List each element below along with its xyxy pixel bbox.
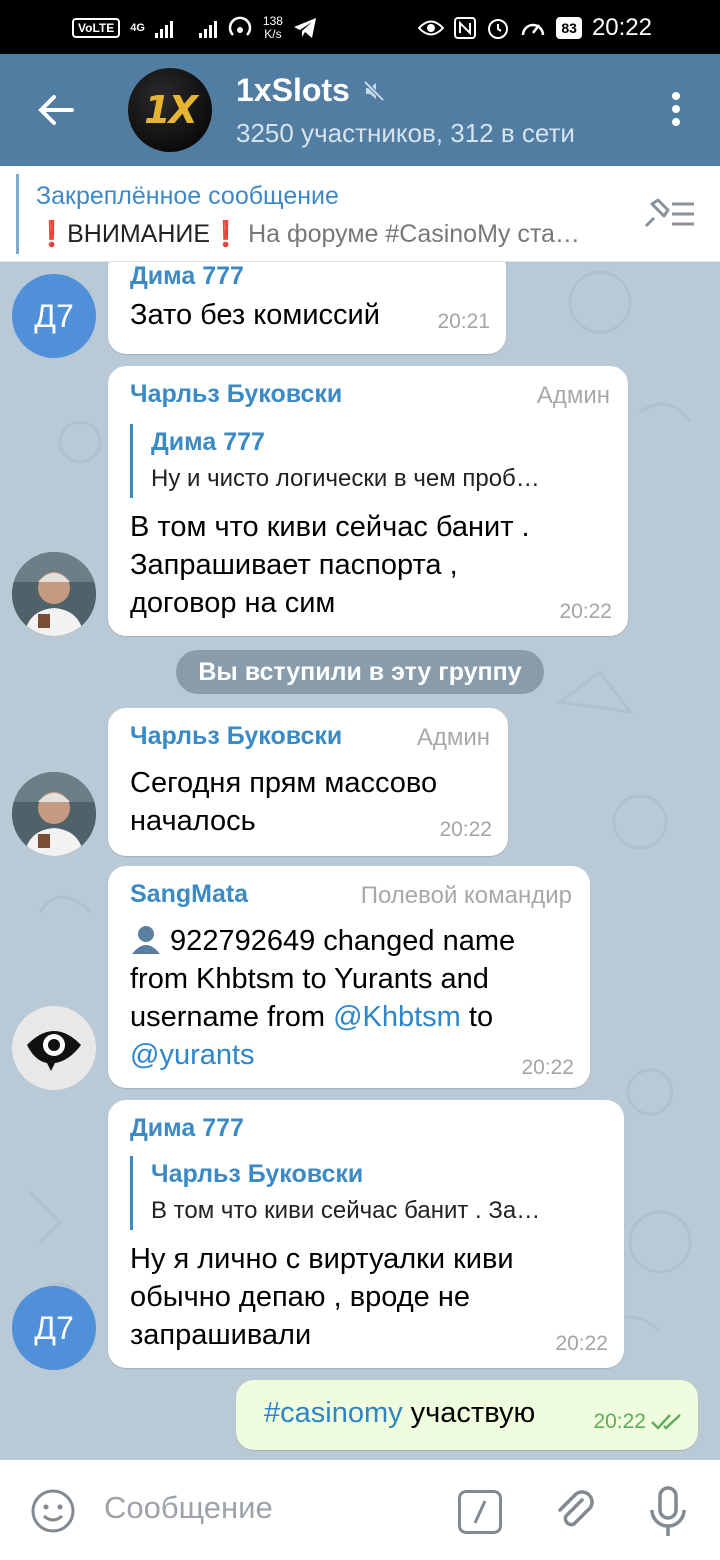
- status-time: 20:22: [591, 14, 652, 41]
- emoji-icon[interactable]: [30, 1488, 76, 1534]
- message-input[interactable]: Сообщение: [104, 1490, 273, 1526]
- avatar-dima[interactable]: Д7: [12, 274, 96, 358]
- message-bubble[interactable]: Чарльз Буковски Админ Дима 777 Ну и чист…: [108, 366, 628, 636]
- message-bubble[interactable]: SangMata Полевой командир 922792649 chan…: [108, 866, 590, 1088]
- chat-title: 1xSlots: [236, 72, 350, 108]
- message-sender[interactable]: Дима 777: [130, 1114, 244, 1143]
- muted-icon: [363, 80, 385, 101]
- bot-command-icon[interactable]: [458, 1490, 502, 1534]
- message-bubble[interactable]: Чарльз Буковски Админ Сегодня прям массо…: [108, 708, 508, 856]
- reply-text: В том что киви сейчас банит . За…: [151, 1197, 541, 1224]
- message-sender[interactable]: SangMata: [130, 880, 248, 909]
- admin-badge: Админ: [416, 724, 490, 751]
- message-time: 20:22: [439, 818, 492, 841]
- pinned-title: Закреплённое сообщение: [36, 182, 339, 210]
- microphone-icon[interactable]: [648, 1486, 688, 1538]
- reply-quote[interactable]: Дима 777 Ну и чисто логически в чем проб…: [130, 424, 590, 498]
- hotspot-icon: [228, 16, 252, 36]
- alarm-icon: [488, 19, 509, 39]
- pinned-text: ❗ВНИМАНИЕ❗ На форуме #CasinoMy ста…: [36, 220, 580, 248]
- outgoing-message[interactable]: #casinomy участвую 20:22: [236, 1380, 698, 1450]
- message-time: 20:21: [437, 310, 490, 333]
- speedometer-icon: [522, 23, 545, 36]
- chat-avatar[interactable]: 1X: [128, 68, 212, 152]
- service-message: Вы вступили в эту группу: [176, 650, 544, 694]
- network-speed: 138 K/s: [262, 14, 283, 41]
- pinned-message[interactable]: Закреплённое сообщение ❗ВНИМАНИЕ❗ На фор…: [0, 166, 720, 262]
- message-time: 20:22: [593, 1410, 646, 1433]
- back-arrow-icon[interactable]: [36, 90, 76, 130]
- reply-text: Ну и чисто логически в чем проб…: [151, 465, 540, 492]
- message-text: 922792649 changed name from Khbtsm to Yu…: [130, 925, 516, 1071]
- message-text: В том что киви сейчас банит . Запрашивае…: [130, 511, 530, 619]
- reply-sender: Чарльз Буковски: [151, 1160, 364, 1188]
- hashtag-link[interactable]: #casinomy: [264, 1397, 403, 1429]
- message-bubble[interactable]: Дима 777 Чарльз Буковски В том что киви …: [108, 1100, 624, 1368]
- message-sender[interactable]: Чарльз Буковски: [130, 722, 342, 751]
- username-link[interactable]: @yurants: [130, 1039, 255, 1071]
- message-sender[interactable]: Чарльз Буковски: [130, 380, 342, 409]
- signal-icon-2: [198, 18, 217, 38]
- message-time: 20:22: [555, 1332, 608, 1355]
- message-text: Зато без комиссий: [130, 299, 380, 331]
- admin-badge: Админ: [536, 382, 610, 409]
- chat-title-row[interactable]: 1xSlots: [236, 72, 386, 109]
- message-sender[interactable]: Дима 777: [130, 262, 244, 291]
- message-text: #casinomy участвую: [264, 1397, 536, 1429]
- message-bubble[interactable]: Дима 777 Зато без комиссий 20:21: [108, 262, 506, 354]
- network-type: 4G: [130, 22, 145, 34]
- avatar-charles[interactable]: [12, 772, 96, 856]
- telegram-icon: [293, 18, 316, 38]
- chat-subtitle: 3250 участников, 312 в сети: [236, 118, 575, 148]
- signal-icon: [154, 18, 173, 38]
- rank-badge: Полевой командир: [360, 882, 572, 909]
- pinned-bar: [16, 174, 19, 254]
- username-link[interactable]: @Khbtsm: [333, 1001, 461, 1033]
- user-icon: [132, 926, 160, 954]
- chat-header: 1X 1xSlots 3250 участников, 312 в сети: [0, 54, 720, 166]
- volte-badge: VoLTE: [72, 18, 121, 38]
- read-checks-icon: [651, 1414, 681, 1430]
- battery-indicator: 83: [556, 17, 582, 39]
- reply-quote[interactable]: Чарльз Буковски В том что киви сейчас ба…: [130, 1156, 582, 1230]
- avatar-sangmata[interactable]: [12, 1006, 96, 1090]
- message-input-bar: Сообщение: [0, 1460, 720, 1560]
- message-text: Ну я лично с виртуалки киви обычно депаю…: [130, 1243, 514, 1351]
- status-bar: VoLTE 4G 138 K/s 83 20:22: [0, 0, 720, 54]
- nfc-icon: [454, 17, 477, 39]
- eye-comfort-icon: [418, 20, 445, 36]
- reply-sender: Дима 777: [151, 428, 265, 456]
- message-time: 20:22: [559, 600, 612, 623]
- avatar-charles[interactable]: [12, 552, 96, 636]
- chat-messages: Д7 Дима 777 Зато без комиссий 20:21 Чарл…: [0, 262, 720, 1460]
- message-text: Сегодня прям массово началось: [130, 767, 438, 837]
- more-menu-icon[interactable]: [670, 92, 682, 128]
- attach-icon[interactable]: [552, 1488, 600, 1536]
- avatar-dima[interactable]: Д7: [12, 1286, 96, 1370]
- message-time: 20:22: [521, 1056, 574, 1079]
- pinned-list-icon[interactable]: [642, 196, 696, 232]
